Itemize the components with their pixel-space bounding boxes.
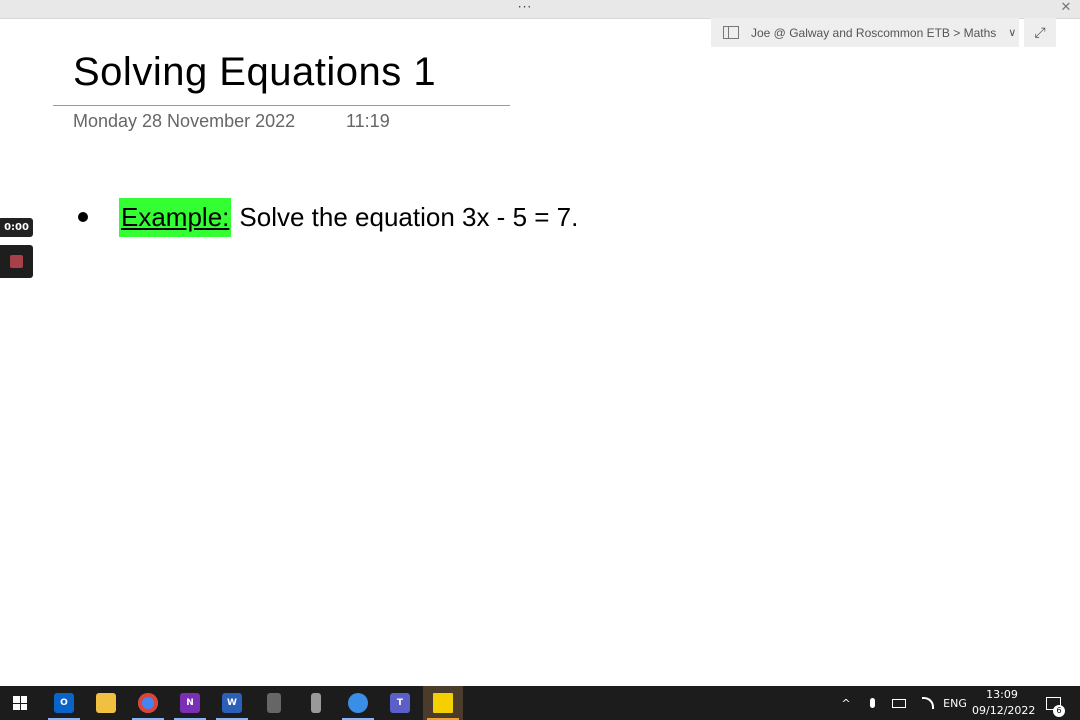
taskbar: O N W T ^ ENG 13:09 09/12/2022 6 <box>0 686 1080 720</box>
page-title[interactable]: Solving Equations 1 <box>73 50 436 95</box>
window-titlebar: ··· ✕ <box>0 0 1080 19</box>
taskbar-remote-desktop[interactable] <box>338 686 378 720</box>
recording-timer: 0:00 <box>0 218 33 237</box>
phone-icon <box>311 693 321 713</box>
bullet-icon <box>78 212 88 222</box>
clock-time: 13:09 <box>986 688 1018 701</box>
chrome-icon <box>138 693 158 713</box>
taskbar-word[interactable]: W <box>212 686 252 720</box>
taskbar-outlook[interactable]: O <box>44 686 84 720</box>
title-divider <box>53 105 510 106</box>
word-icon: W <box>222 693 242 713</box>
taskbar-file-explorer[interactable] <box>86 686 126 720</box>
taskbar-sticky-notes[interactable] <box>423 686 463 720</box>
wifi-icon[interactable] <box>916 686 940 720</box>
notebook-icon <box>723 26 739 39</box>
system-clock[interactable]: 13:09 09/12/2022 <box>972 686 1036 720</box>
page-date: Monday 28 November 2022 <box>73 111 296 131</box>
sticky-notes-icon <box>433 693 453 713</box>
outlook-icon: O <box>54 693 74 713</box>
microphone-icon[interactable] <box>862 686 882 720</box>
more-options-icon[interactable]: ··· <box>510 0 540 16</box>
page-time: 11:19 <box>346 111 390 131</box>
taskbar-phone[interactable] <box>296 686 336 720</box>
stop-icon <box>10 255 23 268</box>
battery-icon[interactable] <box>888 686 910 720</box>
bullet-item[interactable]: Example: Solve the equation 3x - 5 = 7. <box>73 197 578 237</box>
notification-count-badge: 6 <box>1053 705 1065 717</box>
close-icon[interactable]: ✕ <box>1058 0 1074 16</box>
taskbar-chrome[interactable] <box>128 686 168 720</box>
folder-icon <box>96 693 116 713</box>
input-language[interactable]: ENG <box>940 686 970 720</box>
taskbar-calculator[interactable] <box>254 686 294 720</box>
taskbar-onenote[interactable]: N <box>170 686 210 720</box>
notebook-navigation[interactable]: Joe @ Galway and Roscommon ETB > Maths ∨ <box>711 18 1019 47</box>
notebook-breadcrumb: Joe @ Galway and Roscommon ETB > Maths <box>751 25 997 40</box>
stop-recording-button[interactable] <box>0 245 33 278</box>
highlighted-label: Example: <box>119 197 232 237</box>
teams-icon: T <box>390 693 410 713</box>
clock-date: 09/12/2022 <box>972 704 1036 717</box>
calculator-icon <box>267 693 281 713</box>
taskbar-teams[interactable]: T <box>380 686 420 720</box>
onenote-icon: N <box>180 693 200 713</box>
show-hidden-icons[interactable]: ^ <box>836 686 856 720</box>
expand-icon[interactable]: ⤢ <box>1024 18 1056 47</box>
windows-icon <box>13 696 27 710</box>
equation-text: Solve the equation 3x - 5 = 7. <box>239 201 579 232</box>
chevron-down-icon[interactable]: ∨ <box>1008 26 1016 39</box>
start-button[interactable] <box>0 686 40 720</box>
remote-desktop-icon <box>348 693 368 713</box>
